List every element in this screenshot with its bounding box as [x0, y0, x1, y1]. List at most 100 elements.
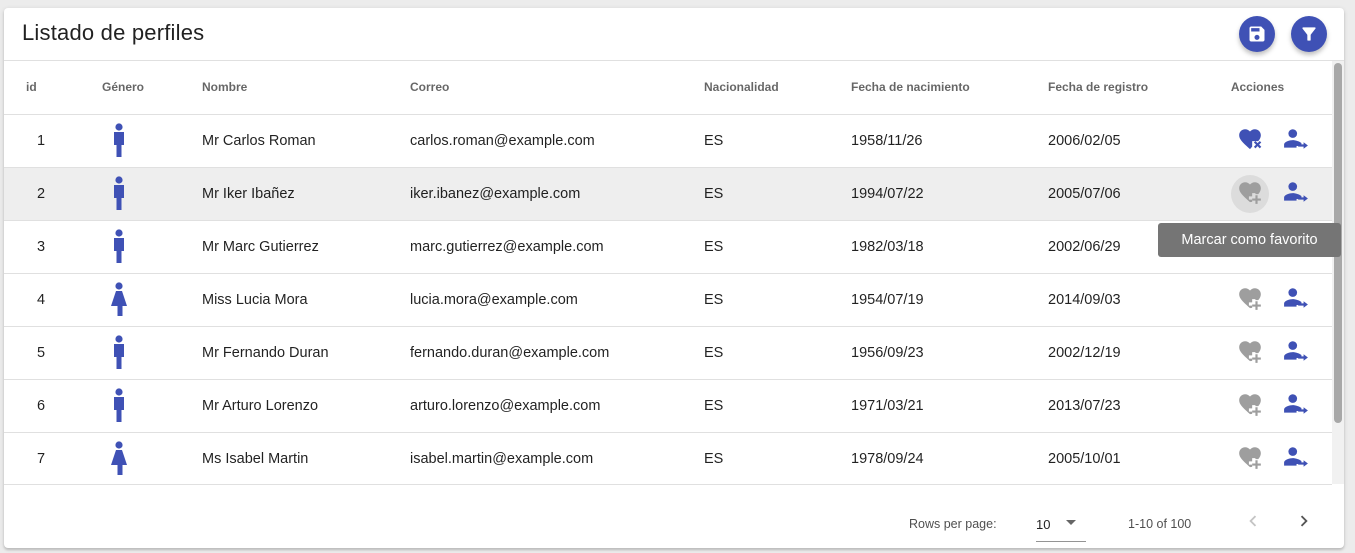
cell-birthdate: 1971/03/21: [851, 379, 1048, 433]
favorite-tooltip: Marcar como favorito: [1158, 223, 1341, 257]
profiles-table: id Género Nombre Correo Nacionalidad Fec…: [4, 61, 1332, 484]
vertical-scrollbar[interactable]: [1332, 61, 1344, 484]
rows-per-page-value: 10: [1036, 517, 1051, 532]
user-arrow-icon: [1283, 126, 1309, 156]
add-favorite-button[interactable]: [1231, 281, 1269, 319]
column-header-birthdate[interactable]: Fecha de nacimiento: [851, 61, 1048, 115]
cell-email: arturo.lorenzo@example.com: [410, 379, 704, 433]
view-profile-button[interactable]: [1277, 334, 1315, 372]
save-button[interactable]: [1239, 16, 1275, 52]
cell-actions: [1223, 273, 1332, 327]
user-arrow-icon: [1283, 338, 1309, 368]
cell-actions: [1223, 114, 1332, 168]
previous-page-button[interactable]: [1239, 507, 1267, 535]
cell-gender: [94, 167, 202, 221]
column-header-registration-date[interactable]: Fecha de registro: [1048, 61, 1223, 115]
add-favorite-button[interactable]: [1231, 387, 1269, 425]
cell-birthdate: 1978/09/24: [851, 432, 1048, 484]
remove-favorite-button[interactable]: [1231, 122, 1269, 160]
filter-button[interactable]: [1291, 16, 1327, 52]
table-row[interactable]: 5 Mr Fernando Duran fernando.duran@example…: [4, 326, 1332, 380]
heart-add-icon: [1237, 391, 1263, 421]
male-icon: [108, 387, 130, 424]
column-header-id[interactable]: id: [4, 61, 94, 115]
cell-email: marc.gutierrez@example.com: [410, 220, 704, 274]
cell-gender: [94, 273, 202, 327]
female-icon: [108, 440, 130, 477]
column-header-name[interactable]: Nombre: [202, 61, 410, 115]
table-row[interactable]: 2 Mr Iker Ibañez iker.ibanez@example.com ES…: [4, 167, 1332, 221]
cell-id: 4: [4, 273, 94, 327]
card-header: Listado de perfiles: [4, 8, 1344, 61]
cell-id: 1: [4, 114, 94, 168]
view-profile-button[interactable]: [1277, 440, 1315, 478]
cell-registration-date: 2006/02/05: [1048, 114, 1223, 168]
table-row[interactable]: 3 Mr Marc Gutierrez marc.gutierrez@example…: [4, 220, 1332, 274]
user-arrow-icon: [1283, 285, 1309, 315]
cell-nationality: ES: [704, 326, 851, 380]
cell-email: isabel.martin@example.com: [410, 432, 704, 484]
heart-add-icon: [1237, 179, 1263, 209]
cell-actions: [1223, 432, 1332, 484]
cell-name: Mr Arturo Lorenzo: [202, 379, 410, 433]
cell-name: Ms Isabel Martin: [202, 432, 410, 484]
cell-gender: [94, 379, 202, 433]
profiles-card: Listado de perfiles id Género Nombre Cor…: [4, 8, 1344, 548]
rows-per-page-label: Rows per page:: [909, 517, 997, 531]
cell-gender: [94, 114, 202, 168]
cell-email: lucia.mora@example.com: [410, 273, 704, 327]
cell-actions: [1223, 326, 1332, 380]
table-row[interactable]: 7 Ms Isabel Martin isabel.martin@example.c…: [4, 432, 1332, 484]
chevron-left-icon: [1249, 515, 1257, 527]
cell-name: Mr Iker Ibañez: [202, 167, 410, 221]
add-favorite-button[interactable]: [1231, 334, 1269, 372]
cell-nationality: ES: [704, 114, 851, 168]
cell-actions: [1223, 379, 1332, 433]
filter-icon: [1302, 27, 1316, 41]
male-icon: [108, 122, 130, 159]
page-title: Listado de perfiles: [22, 20, 205, 45]
table-row[interactable]: 1 Mr Carlos Roman carlos.roman@example.com…: [4, 114, 1332, 168]
table-row[interactable]: 6 Mr Arturo Lorenzo arturo.lorenzo@example…: [4, 379, 1332, 433]
column-header-gender[interactable]: Género: [94, 61, 202, 115]
column-header-email[interactable]: Correo: [410, 61, 704, 115]
column-header-nationality[interactable]: Nacionalidad: [704, 61, 851, 115]
heart-add-icon: [1237, 338, 1263, 368]
cell-registration-date: 2014/09/03: [1048, 273, 1223, 327]
cell-birthdate: 1956/09/23: [851, 326, 1048, 380]
cell-registration-date: 2013/07/23: [1048, 379, 1223, 433]
user-arrow-icon: [1283, 444, 1309, 474]
column-header-actions: Acciones: [1223, 61, 1332, 115]
view-profile-button[interactable]: [1277, 387, 1315, 425]
view-profile-button[interactable]: [1277, 175, 1315, 213]
cell-actions: [1223, 167, 1332, 221]
cell-id: 7: [4, 432, 94, 484]
cell-name: Miss Lucia Mora: [202, 273, 410, 327]
cell-email: carlos.roman@example.com: [410, 114, 704, 168]
cell-birthdate: 1982/03/18: [851, 220, 1048, 274]
cell-gender: [94, 432, 202, 484]
add-favorite-button[interactable]: [1231, 440, 1269, 478]
dropdown-arrow-icon: [1066, 520, 1076, 525]
heart-add-icon: [1237, 285, 1263, 315]
cell-nationality: ES: [704, 432, 851, 484]
cell-name: Mr Carlos Roman: [202, 114, 410, 168]
cell-name: Mr Fernando Duran: [202, 326, 410, 380]
view-profile-button[interactable]: [1277, 122, 1315, 160]
cell-birthdate: 1994/07/22: [851, 167, 1048, 221]
cell-registration-date: 2005/10/01: [1048, 432, 1223, 484]
cell-email: iker.ibanez@example.com: [410, 167, 704, 221]
table-pagination: Rows per page: 10 1-10 of 100: [4, 484, 1332, 548]
chevron-right-icon: [1300, 515, 1308, 527]
cell-name: Mr Marc Gutierrez: [202, 220, 410, 274]
add-favorite-button[interactable]: [1231, 174, 1269, 213]
male-icon: [108, 175, 130, 212]
heart-add-icon: [1237, 444, 1263, 474]
rows-per-page-select[interactable]: 10: [1036, 512, 1086, 542]
table-row[interactable]: 4 Miss Lucia Mora lucia.mora@example.com ES…: [4, 273, 1332, 327]
next-page-button[interactable]: [1290, 507, 1318, 535]
user-arrow-icon: [1283, 179, 1309, 209]
cell-nationality: ES: [704, 379, 851, 433]
view-profile-button[interactable]: [1277, 281, 1315, 319]
cell-gender: [94, 326, 202, 380]
